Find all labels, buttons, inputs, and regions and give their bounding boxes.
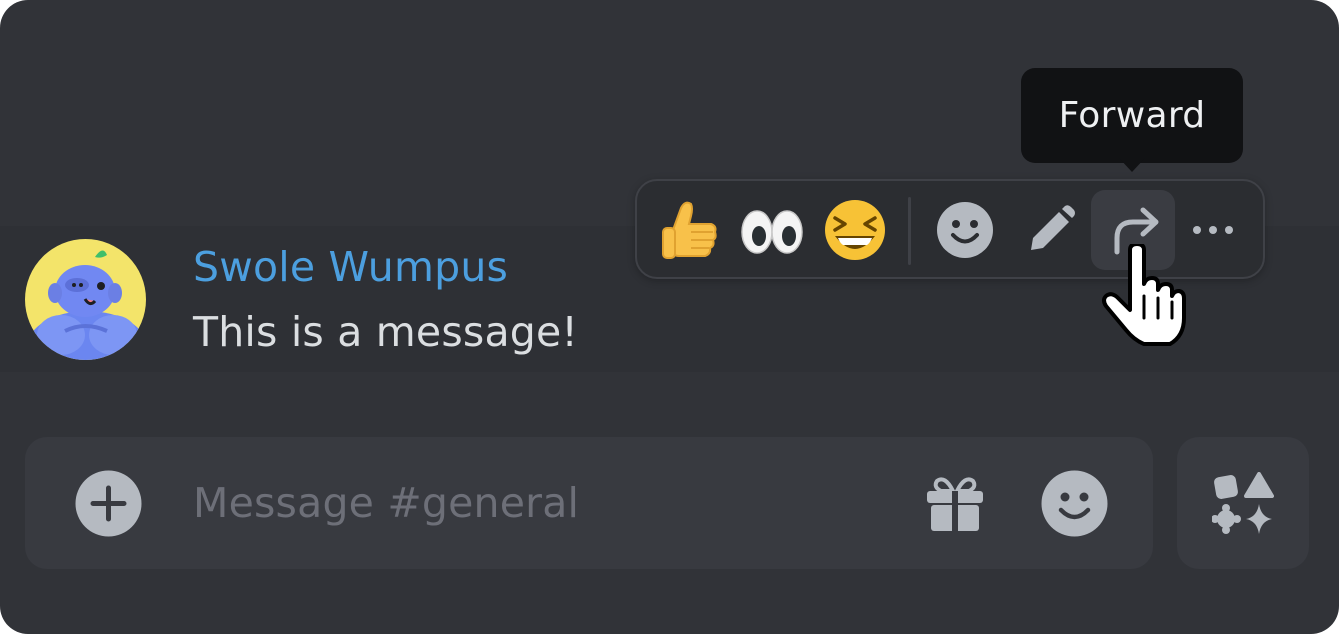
toolbar-divider bbox=[908, 197, 911, 265]
apps-icon bbox=[1212, 472, 1274, 534]
eyes-icon bbox=[741, 210, 803, 254]
thumbs-up-icon bbox=[662, 201, 717, 259]
laughing-face-icon bbox=[825, 200, 885, 260]
hand-cursor-icon bbox=[1102, 244, 1186, 346]
gift-icon[interactable] bbox=[923, 471, 987, 535]
emoji-picker-icon[interactable] bbox=[1041, 470, 1108, 537]
message-username[interactable]: Swole Wumpus bbox=[193, 241, 508, 293]
tooltip-label: Forward bbox=[1058, 95, 1206, 136]
more-options-button[interactable] bbox=[1175, 190, 1259, 270]
pencil-icon bbox=[1031, 205, 1075, 250]
message-text: This is a message! bbox=[193, 308, 579, 356]
edit-button[interactable] bbox=[1007, 190, 1091, 270]
reaction-thumbs-up-button[interactable] bbox=[645, 190, 729, 270]
tooltip-arrow bbox=[1119, 158, 1145, 172]
avatar[interactable] bbox=[25, 239, 146, 360]
more-icon bbox=[1193, 226, 1233, 234]
add-reaction-icon bbox=[937, 202, 993, 258]
message-input[interactable] bbox=[193, 470, 873, 536]
add-attachment-icon[interactable] bbox=[75, 470, 142, 537]
apps-button[interactable] bbox=[1177, 437, 1309, 569]
reaction-laughing-button[interactable] bbox=[813, 190, 897, 270]
chat-window: Swole Wumpus This is a message! Forward … bbox=[0, 0, 1339, 634]
forward-tooltip: Forward bbox=[1021, 68, 1243, 163]
reaction-eyes-button[interactable] bbox=[729, 190, 813, 270]
message-composer bbox=[25, 437, 1153, 569]
add-reaction-button[interactable] bbox=[923, 190, 1007, 270]
